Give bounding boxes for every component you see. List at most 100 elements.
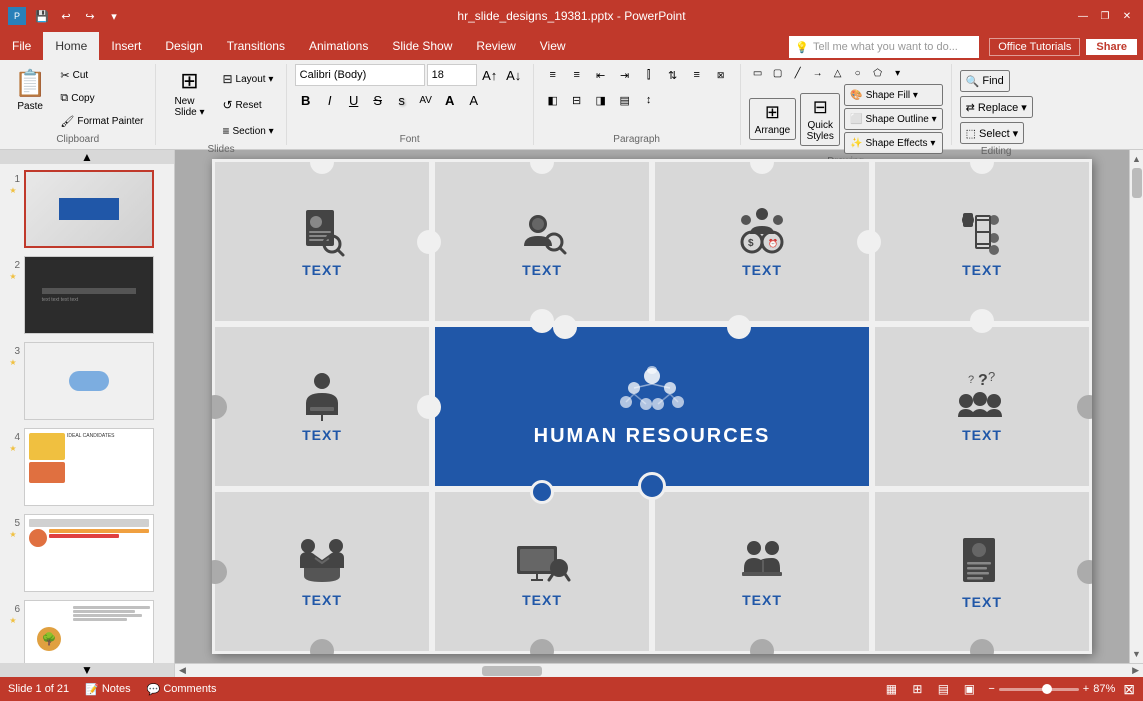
comments-button[interactable]: 💬 Comments [147, 683, 217, 696]
underline-button[interactable]: U [343, 89, 365, 111]
align-text-button[interactable]: ≡ [686, 64, 708, 86]
scroll-h-right[interactable]: ▶ [1130, 663, 1141, 678]
paste-button[interactable]: 📋 Paste [8, 64, 52, 116]
scroll-v-up[interactable]: ▲ [1130, 152, 1143, 166]
copy-button[interactable]: ⧉Copy [56, 87, 147, 109]
tab-review[interactable]: Review [464, 32, 527, 60]
slide-thumb-5[interactable]: 5 ★ [4, 512, 170, 594]
tab-animations[interactable]: Animations [297, 32, 380, 60]
decrease-font-button[interactable]: A↓ [503, 64, 525, 86]
scroll-up-button[interactable]: ▲ [0, 150, 174, 164]
align-center-button[interactable]: ⊟ [566, 89, 588, 111]
vertical-scrollbar[interactable]: ▲ ▼ [1129, 150, 1143, 663]
clear-format-button[interactable]: A [463, 89, 485, 111]
zoom-handle[interactable] [1042, 684, 1052, 694]
align-left-button[interactable]: ◧ [542, 89, 564, 111]
cut-button[interactable]: ✂Cut [56, 64, 147, 86]
font-size-input[interactable] [427, 64, 477, 86]
customize-button[interactable]: ▾ [104, 6, 124, 26]
close-button[interactable]: ✕ [1119, 8, 1135, 24]
view-slide-sorter-button[interactable]: ⊞ [906, 678, 928, 700]
smartart-button[interactable]: ⊠ [710, 64, 732, 86]
bullet-list-button[interactable]: ≡ [542, 64, 564, 86]
tell-me-wrapper[interactable]: 💡 Tell me what you want to do... [789, 36, 979, 58]
slide-canvas[interactable]: TEXT [212, 159, 1092, 654]
notes-button[interactable]: 📝 Notes [85, 683, 130, 696]
window-controls: — ❐ ✕ [1075, 8, 1135, 24]
save-button[interactable]: 💾 [32, 6, 52, 26]
increase-indent-button[interactable]: ⇥ [614, 64, 636, 86]
arrange-button[interactable]: ⊞ Arrange [749, 98, 797, 140]
slide-thumb-3[interactable]: 3 ★ [4, 340, 170, 422]
shape-arrow[interactable]: → [809, 64, 827, 82]
font-name-input[interactable] [295, 64, 425, 86]
reset-icon: ↺ [222, 98, 232, 112]
view-reading-button[interactable]: ▤ [932, 678, 954, 700]
view-normal-button[interactable]: ▦ [880, 678, 902, 700]
numbered-list-button[interactable]: ≡ [566, 64, 588, 86]
line-spacing-button[interactable]: ↕ [638, 89, 660, 111]
restore-button[interactable]: ❐ [1097, 8, 1113, 24]
char-spacing-button[interactable]: AV [415, 89, 437, 111]
find-button[interactable]: 🔍 Find [960, 70, 1010, 92]
zoom-in-button[interactable]: + [1083, 683, 1089, 695]
italic-button[interactable]: I [319, 89, 341, 111]
shape-rounded[interactable]: ▢ [769, 64, 787, 82]
scroll-v-down[interactable]: ▼ [1130, 647, 1143, 661]
shape-pentagon[interactable]: ⬠ [869, 64, 887, 82]
text-shadow-button[interactable]: s [391, 89, 413, 111]
reset-button[interactable]: ↺ Reset [218, 94, 277, 116]
quick-access-toolbar: 💾 ↩ ↪ ▾ [32, 6, 124, 26]
slide-img-1 [24, 170, 154, 248]
scroll-h-left[interactable]: ◀ [177, 663, 188, 678]
columns-button[interactable]: ⫿ [638, 64, 660, 86]
new-slide-button[interactable]: ⊞ NewSlide ▾ [164, 64, 214, 122]
tab-design[interactable]: Design [153, 32, 214, 60]
font-color-button[interactable]: A [439, 89, 461, 111]
quick-styles-button[interactable]: ⊟ QuickStyles [800, 93, 840, 146]
redo-button[interactable]: ↪ [80, 6, 100, 26]
paragraph-row-1: ≡ ≡ ⇤ ⇥ ⫿ ⇅ ≡ ⊠ [542, 64, 732, 86]
section-button[interactable]: ≡ Section ▾ [218, 120, 277, 142]
align-right-button[interactable]: ◨ [590, 89, 612, 111]
bold-button[interactable]: B [295, 89, 317, 111]
shape-fill-button[interactable]: 🎨 Shape Fill ▾ [844, 84, 942, 106]
layout-button[interactable]: ⊟ Layout ▾ [218, 68, 277, 90]
shape-line[interactable]: ╱ [789, 64, 807, 82]
shape-triangle[interactable]: △ [829, 64, 847, 82]
zoom-out-button[interactable]: − [988, 683, 994, 695]
slide-thumb-4[interactable]: 4 ★ IDEAL CANDIDATES [4, 426, 170, 508]
scroll-down-button[interactable]: ▼ [0, 663, 174, 677]
shape-outline-button[interactable]: ⬜ Shape Outline ▾ [844, 108, 942, 130]
office-tutorials-button[interactable]: Office Tutorials [989, 38, 1080, 56]
decrease-indent-button[interactable]: ⇤ [590, 64, 612, 86]
undo-button[interactable]: ↩ [56, 6, 76, 26]
minimize-button[interactable]: — [1075, 8, 1091, 24]
tab-insert[interactable]: Insert [99, 32, 153, 60]
strikethrough-button[interactable]: S [367, 89, 389, 111]
tab-file[interactable]: File [0, 32, 43, 60]
tab-transitions[interactable]: Transitions [215, 32, 297, 60]
scroll-thumb-h[interactable] [482, 666, 542, 676]
text-direction-button[interactable]: ⇅ [662, 64, 684, 86]
shape-more[interactable]: ▾ [889, 64, 907, 82]
shape-rect[interactable]: ▭ [749, 64, 767, 82]
puzzle-grid: TEXT [212, 159, 1092, 654]
scroll-thumb-v[interactable] [1132, 168, 1142, 198]
zoom-slider[interactable] [999, 688, 1079, 691]
justify-button[interactable]: ▤ [614, 89, 636, 111]
shape-circle[interactable]: ○ [849, 64, 867, 82]
horizontal-scrollbar[interactable]: ◀ ▶ [175, 663, 1143, 677]
tab-view[interactable]: View [528, 32, 578, 60]
slide-thumb-2[interactable]: 2 ★ text text text text [4, 254, 170, 336]
increase-font-button[interactable]: A↑ [479, 64, 501, 86]
select-button[interactable]: ⬚ Select ▾ [960, 122, 1025, 144]
format-painter-button[interactable]: 🖌Format Painter [56, 110, 147, 132]
replace-button[interactable]: ⇄ Replace ▾ [960, 96, 1033, 118]
fit-page-button[interactable]: ⊠ [1123, 681, 1135, 698]
share-button[interactable]: Share [1086, 39, 1137, 55]
tab-slideshow[interactable]: Slide Show [380, 32, 464, 60]
tab-home[interactable]: Home [43, 32, 99, 60]
view-presentation-button[interactable]: ▣ [958, 678, 980, 700]
slide-thumb-1[interactable]: 1 ★ [4, 168, 170, 250]
